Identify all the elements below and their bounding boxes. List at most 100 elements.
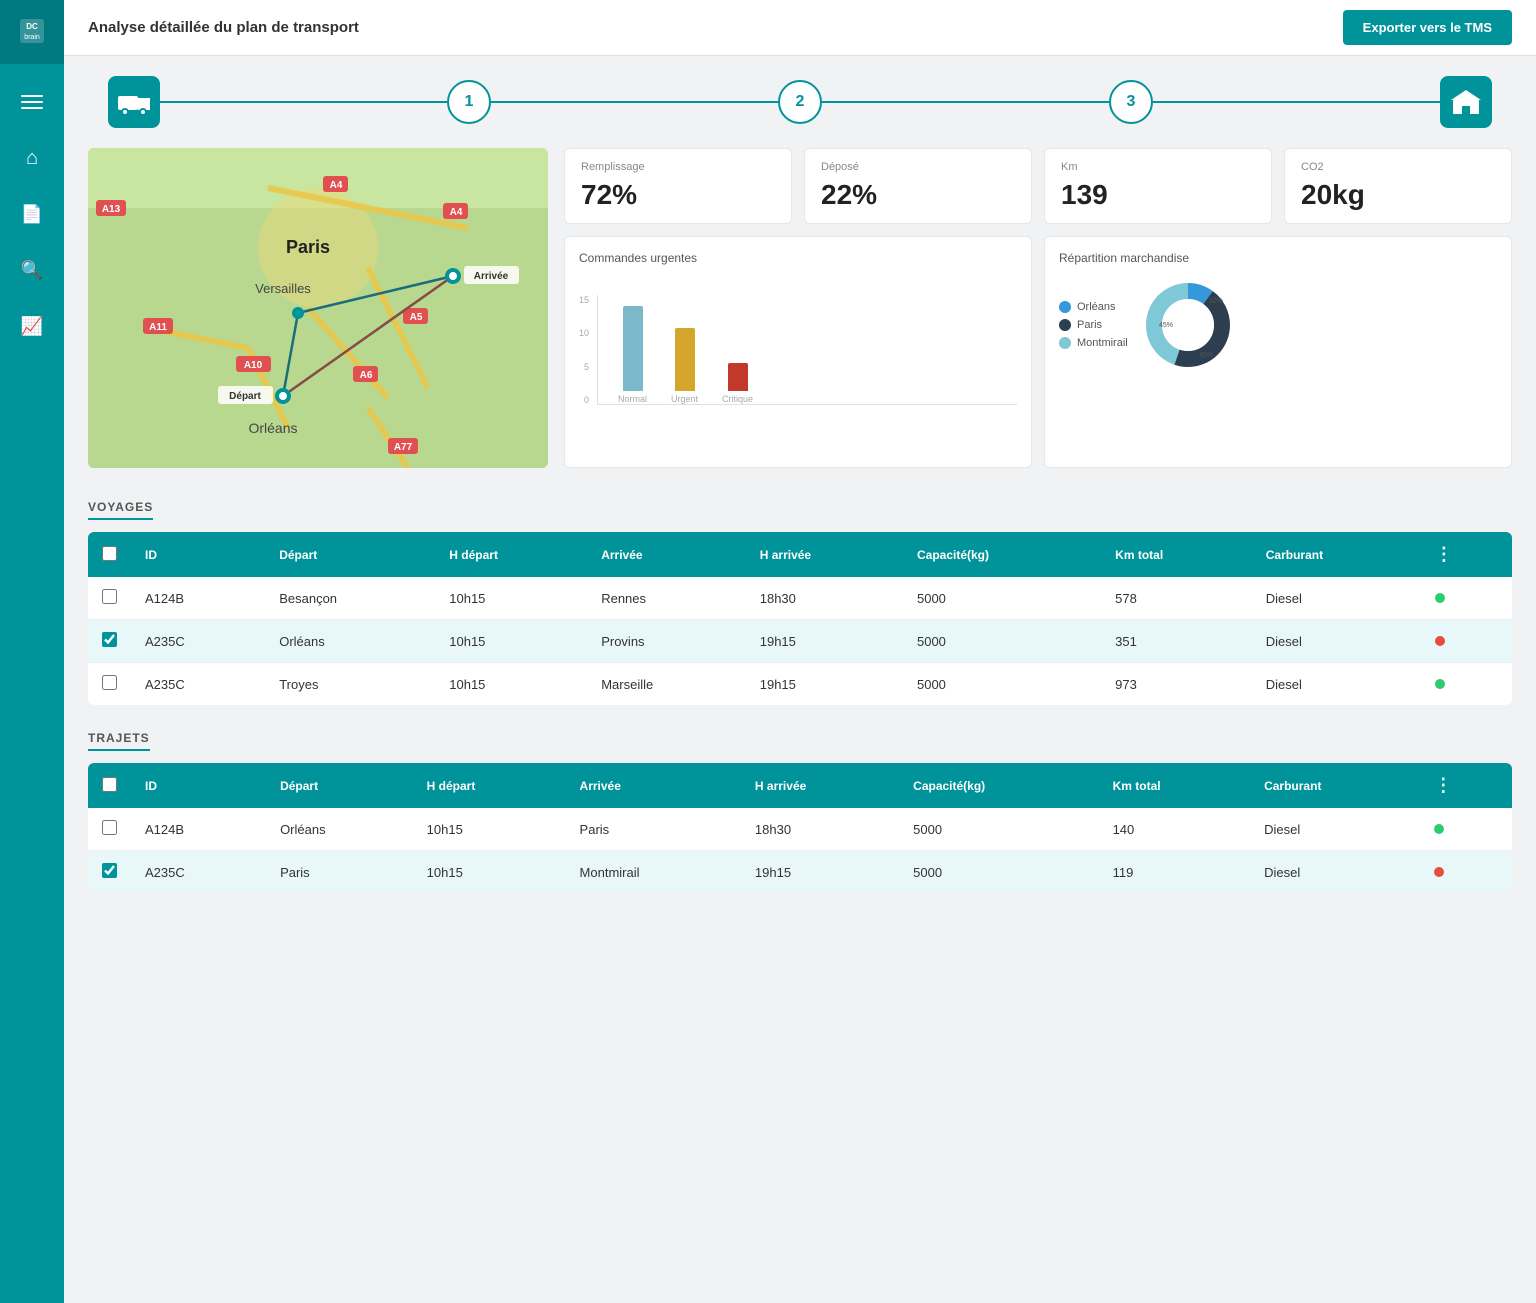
- trajets-status-dot-0: [1434, 824, 1444, 834]
- hamburger-icon: [11, 85, 53, 119]
- voyages-col-capacite: Capacité(kg): [903, 532, 1101, 577]
- trajets-status-dot-1: [1434, 867, 1444, 877]
- voyages-row-checkbox-2[interactable]: [102, 675, 117, 690]
- page-title: Analyse détaillée du plan de transport: [88, 19, 359, 36]
- svg-text:A6: A6: [360, 370, 373, 381]
- trajets-table: ID Départ H départ Arrivée H arrivée Cap…: [88, 763, 1512, 893]
- voyages-row-0: A124B Besançon 10h15 Rennes 18h30 5000 5…: [88, 577, 1512, 620]
- trajets-row-km-0: 140: [1099, 808, 1251, 851]
- voyages-more-button[interactable]: ⋮: [1435, 544, 1453, 565]
- voyages-col-id: ID: [131, 532, 265, 577]
- voyages-row-arrivee-1: Provins: [587, 620, 746, 663]
- sidebar-item-search[interactable]: 🔍: [8, 246, 56, 294]
- voyages-status-dot-1: [1435, 636, 1445, 646]
- trajets-col-carburant: Carburant: [1250, 763, 1420, 808]
- stat-remplissage: Remplissage 72%: [564, 148, 792, 224]
- trajets-row-checkbox-0[interactable]: [102, 820, 117, 835]
- legend-montmirail: Montmirail: [1059, 337, 1128, 349]
- trajets-row-capacite-1: 5000: [899, 851, 1098, 894]
- voyages-row-km-1: 351: [1101, 620, 1252, 663]
- trajets-col-hdepart: H départ: [413, 763, 566, 808]
- bar-critique-label: Critique: [722, 394, 753, 404]
- trajets-row-km-1: 119: [1099, 851, 1251, 894]
- trajets-row-capacite-0: 5000: [899, 808, 1098, 851]
- svg-text:A4: A4: [330, 180, 343, 191]
- legend-orleans: Orléans: [1059, 301, 1128, 313]
- donut-chart-area: Orléans Paris Montmirail: [1059, 275, 1497, 375]
- trajets-row-status-1: [1420, 851, 1512, 894]
- trajets-row-depart-0: Orléans: [266, 808, 413, 851]
- svg-text:DC: DC: [26, 22, 38, 31]
- voyages-row-id-1: A235C: [131, 620, 265, 663]
- voyages-tab[interactable]: VOYAGES: [88, 500, 153, 520]
- voyages-row-status-1: [1421, 620, 1512, 663]
- trajets-row-checkbox-1[interactable]: [102, 863, 117, 878]
- timeline-warehouse-icon: [1440, 76, 1492, 128]
- stats-column: Remplissage 72% Déposé 22% Km 139 CO2 20…: [564, 148, 1512, 468]
- trajets-row-checkbox-cell-0: [88, 808, 131, 851]
- voyages-row-carburant-2: Diesel: [1252, 663, 1421, 706]
- trajets-select-all-checkbox[interactable]: [102, 777, 117, 792]
- bar-chart-area: 15 10 5 0 Normal: [579, 275, 1017, 405]
- sidebar-item-chart[interactable]: 📈: [8, 302, 56, 350]
- trajets-more-button[interactable]: ⋮: [1434, 775, 1452, 796]
- svg-text:Versailles: Versailles: [255, 281, 311, 296]
- voyages-row-checkbox-1[interactable]: [102, 632, 117, 647]
- trajets-row-status-0: [1420, 808, 1512, 851]
- svg-text:10%: 10%: [1209, 298, 1223, 305]
- voyages-row-capacite-1: 5000: [903, 620, 1101, 663]
- charts-row: Commandes urgentes 15 10 5 0: [564, 236, 1512, 468]
- trajets-select-all-header: [88, 763, 131, 808]
- voyages-select-all-checkbox[interactable]: [102, 546, 117, 561]
- voyages-row-harrivee-2: 19h15: [746, 663, 903, 706]
- bar-urgent: Urgent: [671, 328, 698, 404]
- voyages-row-hdepart-0: 10h15: [435, 577, 587, 620]
- svg-text:A10: A10: [244, 360, 263, 371]
- voyages-row-hdepart-1: 10h15: [435, 620, 587, 663]
- trajets-col-more: ⋮: [1420, 763, 1512, 808]
- trajets-col-id: ID: [131, 763, 266, 808]
- timeline-truck-icon: [108, 76, 160, 128]
- svg-text:45%: 45%: [1199, 352, 1213, 359]
- voyages-col-arrivee: Arrivée: [587, 532, 746, 577]
- trajets-row-hdepart-1: 10h15: [413, 851, 566, 894]
- voyages-row-carburant-0: Diesel: [1252, 577, 1421, 620]
- repartition-chart-title: Répartition marchandise: [1059, 251, 1497, 265]
- voyages-row-checkbox-cell-2: [88, 663, 131, 706]
- voyages-row-checkbox-cell-1: [88, 620, 131, 663]
- sidebar-logo[interactable]: DC brain: [0, 0, 64, 64]
- timeline-node-1: 1: [447, 80, 491, 124]
- timeline-node-2: 2: [778, 80, 822, 124]
- trajets-col-harrivee: H arrivée: [741, 763, 899, 808]
- bar-normal-label: Normal: [618, 394, 647, 404]
- trajets-tab[interactable]: TRAJETS: [88, 731, 150, 751]
- svg-text:Orléans: Orléans: [248, 420, 297, 436]
- trajets-row-arrivee-1: Montmirail: [566, 851, 741, 894]
- export-button[interactable]: Exporter vers le TMS: [1343, 10, 1512, 45]
- sidebar-item-home[interactable]: ⌂: [8, 134, 56, 182]
- svg-text:brain: brain: [24, 34, 40, 41]
- voyages-row-hdepart-2: 10h15: [435, 663, 587, 706]
- trajets-row-id-1: A235C: [131, 851, 266, 894]
- sidebar-item-document[interactable]: 📄: [8, 190, 56, 238]
- trajets-row-1: A235C Paris 10h15 Montmirail 19h15 5000 …: [88, 851, 1512, 894]
- voyages-row-km-2: 973: [1101, 663, 1252, 706]
- main-content: Analyse détaillée du plan de transport E…: [64, 0, 1536, 1303]
- voyages-col-harrivee: H arrivée: [746, 532, 903, 577]
- trajets-tbody: A124B Orléans 10h15 Paris 18h30 5000 140…: [88, 808, 1512, 893]
- voyages-col-more: ⋮: [1421, 532, 1512, 577]
- bar-normal: Normal: [618, 306, 647, 404]
- svg-text:A11: A11: [149, 322, 167, 333]
- trajets-row-checkbox-cell-1: [88, 851, 131, 894]
- trajets-col-arrivee: Arrivée: [566, 763, 741, 808]
- header: Analyse détaillée du plan de transport E…: [64, 0, 1536, 56]
- voyages-row-km-0: 578: [1101, 577, 1252, 620]
- voyages-row-checkbox-cell-0: [88, 577, 131, 620]
- timeline-line-1: [160, 101, 447, 103]
- voyages-row-checkbox-0[interactable]: [102, 589, 117, 604]
- montmirail-label: Montmirail: [1077, 337, 1128, 349]
- sidebar-menu-toggle[interactable]: [8, 78, 56, 126]
- trajets-header-row: ID Départ H départ Arrivée H arrivée Cap…: [88, 763, 1512, 808]
- chart-icon: 📈: [21, 316, 43, 337]
- voyages-row-2: A235C Troyes 10h15 Marseille 19h15 5000 …: [88, 663, 1512, 706]
